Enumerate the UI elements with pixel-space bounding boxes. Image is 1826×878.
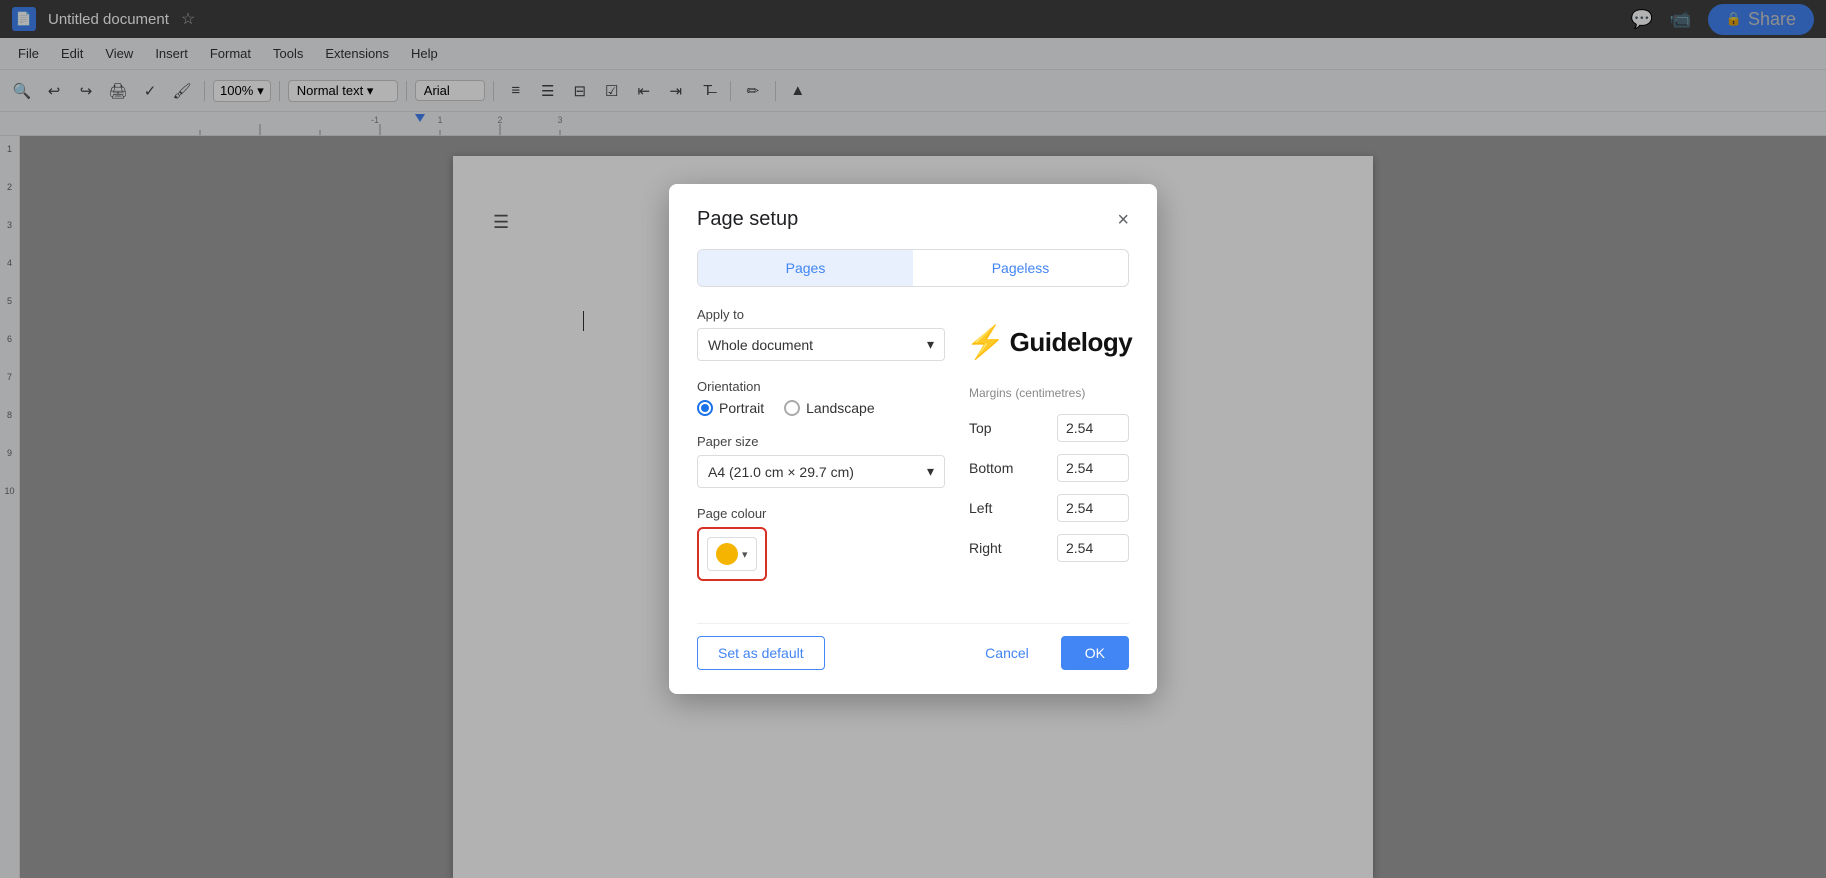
- margin-input-top[interactable]: [1057, 414, 1129, 442]
- cancel-button[interactable]: Cancel: [965, 636, 1049, 670]
- margin-label-left: Left: [969, 500, 1019, 516]
- landscape-label: Landscape: [806, 400, 875, 416]
- portrait-radio[interactable]: [697, 400, 713, 416]
- dialog-right: ⚡ Guidelogy Margins (centimetres) Top Bo…: [969, 307, 1129, 599]
- page-colour-wrapper: ▾: [697, 527, 767, 581]
- landscape-option[interactable]: Landscape: [784, 400, 875, 416]
- margin-label-bottom: Bottom: [969, 460, 1019, 476]
- modal-overlay: Page setup × Pages Pageless Apply to Who…: [0, 0, 1826, 878]
- ok-button[interactable]: OK: [1061, 636, 1129, 670]
- paper-size-label: Paper size: [697, 434, 945, 449]
- orientation-group: Orientation Portrait Landscape: [697, 379, 945, 416]
- portrait-option[interactable]: Portrait: [697, 400, 764, 416]
- paper-size-dropdown[interactable]: A4 (21.0 cm × 29.7 cm) ▾: [697, 455, 945, 488]
- portrait-label: Portrait: [719, 400, 764, 416]
- orientation-row: Portrait Landscape: [697, 400, 945, 416]
- logo-bolt-icon: ⚡: [966, 323, 1006, 361]
- apply-to-label: Apply to: [697, 307, 945, 322]
- dialog-title: Page setup: [697, 208, 798, 231]
- apply-to-value: Whole document: [708, 337, 813, 353]
- landscape-radio[interactable]: [784, 400, 800, 416]
- dialog-header: Page setup ×: [697, 208, 1129, 231]
- close-button[interactable]: ×: [1117, 210, 1129, 230]
- logo-area: ⚡ Guidelogy: [969, 307, 1129, 377]
- swatch-arrow: ▾: [742, 548, 748, 561]
- orientation-label: Orientation: [697, 379, 945, 394]
- margin-input-bottom[interactable]: [1057, 454, 1129, 482]
- tab-pageless[interactable]: Pageless: [913, 250, 1128, 286]
- margin-input-left[interactable]: [1057, 494, 1129, 522]
- dialog-body: Apply to Whole document ▾ Orientation Po…: [697, 307, 1129, 599]
- margin-label-top: Top: [969, 420, 1019, 436]
- logo-text: Guidelogy: [1010, 327, 1133, 358]
- paper-size-group: Paper size A4 (21.0 cm × 29.7 cm) ▾: [697, 434, 945, 488]
- page-colour-group: Page colour ▾: [697, 506, 945, 581]
- dialog-footer: Set as default Cancel OK: [697, 623, 1129, 670]
- margin-row-bottom: Bottom: [969, 454, 1129, 482]
- margins-title: Margins (centimetres): [969, 385, 1129, 400]
- footer-spacer: [837, 636, 954, 670]
- apply-to-dropdown[interactable]: Whole document ▾: [697, 328, 945, 361]
- tab-pages[interactable]: Pages: [698, 250, 913, 286]
- page-colour-swatch[interactable]: ▾: [707, 537, 757, 571]
- margins-label: Margins: [969, 386, 1012, 400]
- paper-size-value: A4 (21.0 cm × 29.7 cm): [708, 464, 854, 480]
- apply-dropdown-arrow: ▾: [927, 336, 934, 353]
- margins-unit: (centimetres): [1015, 386, 1085, 400]
- set-default-button[interactable]: Set as default: [697, 636, 825, 670]
- page-colour-label: Page colour: [697, 506, 945, 521]
- paper-size-arrow: ▾: [927, 463, 934, 480]
- dialog-tabs: Pages Pageless: [697, 249, 1129, 287]
- margin-input-right[interactable]: [1057, 534, 1129, 562]
- page-setup-dialog: Page setup × Pages Pageless Apply to Who…: [669, 184, 1157, 694]
- colour-circle: [716, 543, 738, 565]
- margin-row-left: Left: [969, 494, 1129, 522]
- apply-to-group: Apply to Whole document ▾: [697, 307, 945, 361]
- margins-section: Margins (centimetres) Top Bottom Left: [969, 385, 1129, 562]
- margin-row-right: Right: [969, 534, 1129, 562]
- margin-label-right: Right: [969, 540, 1019, 556]
- margin-row-top: Top: [969, 414, 1129, 442]
- dialog-left: Apply to Whole document ▾ Orientation Po…: [697, 307, 945, 599]
